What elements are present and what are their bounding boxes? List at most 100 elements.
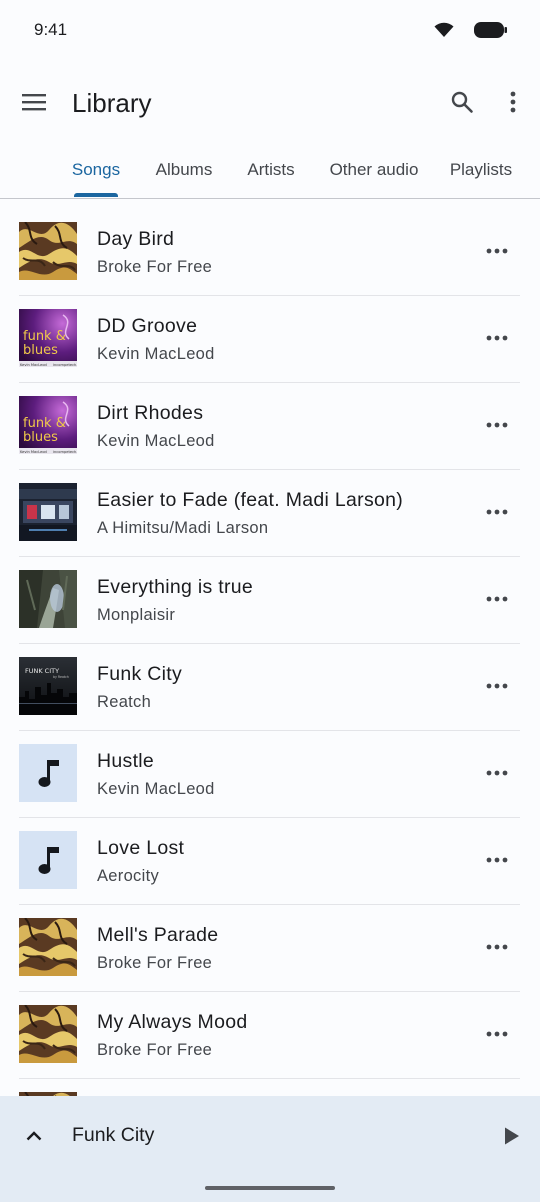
song-row[interactable]: Love Lost Aerocity xyxy=(0,818,540,905)
song-more-button[interactable] xyxy=(478,848,516,872)
album-art-swirl xyxy=(19,1005,77,1063)
album-art-city xyxy=(19,483,77,541)
svg-text:incompetech.com: incompetech.com xyxy=(53,450,77,454)
tab-artists[interactable]: Artists xyxy=(236,146,306,198)
more-horiz-icon xyxy=(486,1031,508,1037)
album-art-forest xyxy=(19,570,77,628)
svg-text:funk &: funk & xyxy=(23,329,66,344)
song-row[interactable]: Day Bird Broke For Free xyxy=(0,209,540,296)
song-title: My Always Mood xyxy=(97,1011,248,1033)
album-art: funk &blues Kevin MacLeod incompetech.com xyxy=(19,309,77,367)
song-title: Dirt Rhodes xyxy=(97,402,204,424)
svg-text:blues: blues xyxy=(23,430,58,445)
tab-other-audio[interactable]: Other audio xyxy=(320,146,428,198)
song-more-button[interactable] xyxy=(478,413,516,437)
album-art-funk-city: FUNK CITYby Reatch xyxy=(19,657,77,715)
song-row[interactable]: My Always Mood Broke For Free xyxy=(0,992,540,1079)
tab-label: Playlists xyxy=(449,160,513,179)
play-button[interactable] xyxy=(494,1118,530,1154)
song-more-button[interactable] xyxy=(478,239,516,263)
song-artist: Broke For Free xyxy=(97,1041,213,1059)
song-more-button[interactable] xyxy=(478,761,516,785)
song-artist: A Himitsu/Madi Larson xyxy=(97,519,269,537)
page-title: Library xyxy=(72,88,152,118)
more-horiz-icon xyxy=(486,422,508,428)
album-art: FUNK CITY by Reatch xyxy=(19,657,77,715)
svg-text:incompetech.com: incompetech.com xyxy=(53,363,77,367)
tab-playlists[interactable]: Playlists xyxy=(440,146,522,198)
expand-player-button[interactable] xyxy=(16,1118,52,1154)
tab-label: Albums xyxy=(155,160,213,179)
now-playing-title: Funk City xyxy=(72,1124,155,1146)
song-artist: Monplaisir xyxy=(97,606,176,624)
album-art xyxy=(19,918,77,976)
more-horiz-icon xyxy=(486,248,508,254)
tab-songs[interactable]: Songs xyxy=(62,146,130,198)
tab-albums[interactable]: Albums xyxy=(146,146,222,198)
overflow-menu-button[interactable] xyxy=(493,82,533,122)
wifi-icon xyxy=(434,22,454,37)
song-more-button[interactable] xyxy=(478,674,516,698)
menu-button[interactable] xyxy=(14,82,54,122)
song-row[interactable]: funk &blues Kevin MacLeod incompetech.com D… xyxy=(0,383,540,470)
song-row[interactable]: Hustle Kevin MacLeod xyxy=(0,731,540,818)
battery-icon xyxy=(474,22,507,38)
more-horiz-icon xyxy=(486,509,508,515)
song-row[interactable]: funk &blues Kevin MacLeod incompetech.com D… xyxy=(0,296,540,383)
hamburger-menu-icon xyxy=(22,94,46,111)
song-row[interactable]: Everything is true Monplaisir xyxy=(0,557,540,644)
svg-text:FUNK CITY: FUNK CITY xyxy=(25,667,59,675)
song-row[interactable] xyxy=(0,1079,540,1096)
song-artist: Broke For Free xyxy=(97,258,213,276)
chevron-up-icon xyxy=(26,1131,42,1141)
song-title: DD Groove xyxy=(97,315,198,337)
search-button[interactable] xyxy=(442,82,482,122)
song-more-button[interactable] xyxy=(478,500,516,524)
svg-text:by Reatch: by Reatch xyxy=(53,675,69,679)
tab-label: Songs xyxy=(71,160,121,179)
album-art xyxy=(19,483,77,541)
song-more-button[interactable] xyxy=(478,935,516,959)
song-title: Mell's Parade xyxy=(97,924,219,946)
song-more-button[interactable] xyxy=(478,1022,516,1046)
album-art xyxy=(19,831,77,889)
album-art-funk-blues: funk &blues Kevin MacLeod incompetech.com xyxy=(19,309,77,367)
song-row[interactable]: Easier to Fade (feat. Madi Larson) A Himi… xyxy=(0,470,540,557)
more-horiz-icon xyxy=(486,683,508,689)
more-vert-icon xyxy=(510,91,516,113)
album-art-swirl xyxy=(19,918,77,976)
status-bar: 9:41 xyxy=(0,0,540,62)
album-art xyxy=(19,744,77,802)
song-more-button[interactable] xyxy=(478,326,516,350)
tab-label: Other audio xyxy=(329,160,419,179)
svg-text:Kevin MacLeod: Kevin MacLeod xyxy=(20,363,47,367)
song-title: Everything is true xyxy=(97,576,254,598)
svg-text:Kevin MacLeod: Kevin MacLeod xyxy=(20,450,47,454)
library-tabs: Songs Albums Artists Other audio Playlis… xyxy=(0,146,540,199)
more-horiz-icon xyxy=(486,770,508,776)
music-note-icon xyxy=(19,744,77,802)
song-artist: Reatch xyxy=(97,693,152,711)
svg-text:blues: blues xyxy=(23,343,58,358)
home-indicator[interactable] xyxy=(205,1186,335,1190)
more-horiz-icon xyxy=(486,857,508,863)
more-horiz-icon xyxy=(486,335,508,341)
song-title: Day Bird xyxy=(97,228,175,250)
signal-icon xyxy=(462,23,466,37)
top-app-bar: Library xyxy=(0,62,540,146)
song-row[interactable]: Mell's Parade Broke For Free xyxy=(0,905,540,992)
album-art xyxy=(19,222,77,280)
svg-text:funk &: funk & xyxy=(23,416,66,431)
active-tab-indicator xyxy=(74,193,118,197)
search-icon xyxy=(451,91,473,113)
song-artist: Aerocity xyxy=(97,867,160,885)
album-art xyxy=(19,570,77,628)
play-icon xyxy=(505,1127,519,1145)
song-row[interactable]: FUNK CITY by Reatch Funk City Reatch xyxy=(0,644,540,731)
song-title: Love Lost xyxy=(97,837,185,859)
song-title: Hustle xyxy=(97,750,155,772)
song-list[interactable]: Day Bird Broke For Free funk & blues Kevin M… xyxy=(0,209,540,1096)
song-more-button[interactable] xyxy=(478,587,516,611)
album-art-funk-blues: funk &blues Kevin MacLeod incompetech.com xyxy=(19,396,77,454)
album-art-swirl xyxy=(19,222,77,280)
